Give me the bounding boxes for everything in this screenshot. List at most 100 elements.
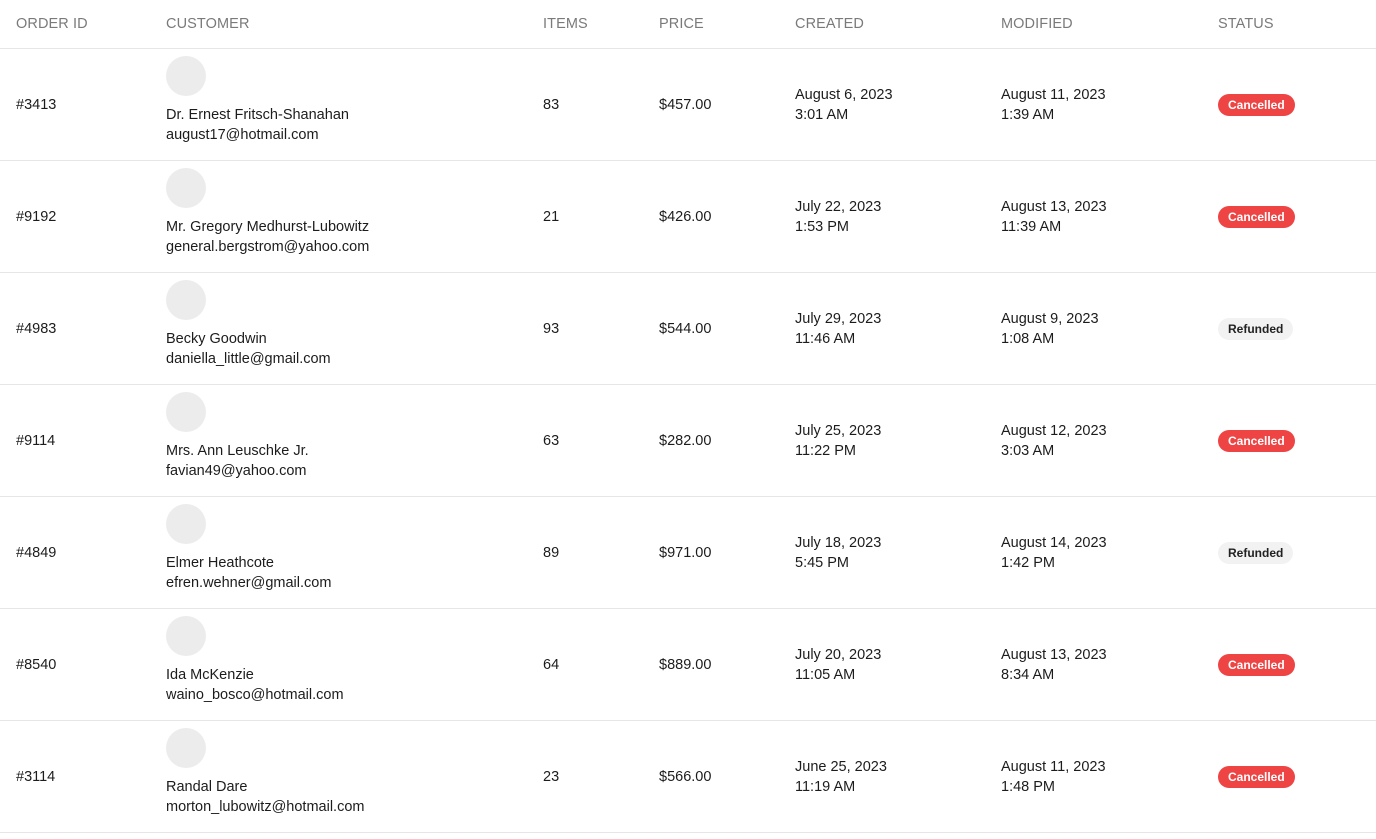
column-header-items[interactable]: ITEMS [543,0,659,49]
column-header-status[interactable]: STATUS [1218,0,1376,49]
created-cell: July 20, 2023 11:05 AM [795,609,1001,721]
created-cell: July 22, 2023 1:53 PM [795,161,1001,273]
customer-name: Randal Dare [166,779,248,795]
customer-name: Mr. Gregory Medhurst-Lubowitz [166,219,370,235]
created-time: 5:45 PM [795,554,849,571]
customer-cell: Becky Goodwin daniella_little@gmail.com [166,273,543,385]
table-body: #3413 Dr. Ernest Fritsch-Shanahan august… [0,49,1376,833]
customer-email: daniella_little@gmail.com [166,351,331,367]
price: $971.00 [659,544,712,561]
modified-cell: August 13, 2023 8:34 AM [1001,609,1218,721]
status-cell: Cancelled [1218,49,1376,161]
created-cell: July 29, 2023 11:46 AM [795,273,1001,385]
created-time: 11:22 PM [795,442,856,459]
price: $889.00 [659,656,712,673]
price: $457.00 [659,96,712,113]
order-id: #4849 [16,544,57,561]
price: $282.00 [659,432,712,449]
table-row[interactable]: #3114 Randal Dare morton_lubowitz@hotmai… [0,721,1376,833]
items-count: 93 [543,320,560,337]
order-id: #3413 [16,96,57,113]
column-header-modified[interactable]: MODIFIED [1001,0,1218,49]
avatar [166,616,206,656]
avatar [166,504,206,544]
customer-email: waino_bosco@hotmail.com [166,687,344,703]
status-cell: Refunded [1218,497,1376,609]
column-header-price[interactable]: PRICE [659,0,795,49]
modified-time: 1:42 PM [1001,554,1055,571]
orders-table: ORDER ID CUSTOMER ITEMS PRICE CREATED MO… [0,0,1376,833]
customer-email: august17@hotmail.com [166,127,319,143]
table-row[interactable]: #8540 Ida McKenzie waino_bosco@hotmail.c… [0,609,1376,721]
status-badge: Cancelled [1218,205,1295,228]
status-badge: Refunded [1218,317,1294,340]
status-cell: Refunded [1218,273,1376,385]
table-row[interactable]: #4983 Becky Goodwin daniella_little@gmai… [0,273,1376,385]
order-id: #9192 [16,208,57,225]
modified-time: 8:34 AM [1001,666,1055,683]
created-time: 11:19 AM [795,778,856,795]
status-cell: Cancelled [1218,721,1376,833]
avatar [166,56,206,96]
table-row[interactable]: #4849 Elmer Heathcote efren.wehner@gmail… [0,497,1376,609]
customer-email: morton_lubowitz@hotmail.com [166,799,365,815]
modified-date: August 9, 2023 [1001,310,1099,327]
modified-time: 11:39 AM [1001,218,1062,235]
status-cell: Cancelled [1218,161,1376,273]
customer-cell: Randal Dare morton_lubowitz@hotmail.com [166,721,543,833]
created-cell: July 25, 2023 11:22 PM [795,385,1001,497]
table-row[interactable]: #9192 Mr. Gregory Medhurst-Lubowitz gene… [0,161,1376,273]
order-id: #8540 [16,656,57,673]
modified-time: 3:03 AM [1001,442,1055,459]
status-cell: Cancelled [1218,609,1376,721]
status-badge: Cancelled [1218,93,1295,116]
status-badge: Cancelled [1218,429,1295,452]
created-date: June 25, 2023 [795,758,887,775]
modified-cell: August 11, 2023 1:48 PM [1001,721,1218,833]
order-id: #9114 [16,432,56,449]
items-count: 23 [543,768,560,785]
modified-date: August 14, 2023 [1001,534,1107,551]
table-header: ORDER ID CUSTOMER ITEMS PRICE CREATED MO… [0,0,1376,49]
price: $426.00 [659,208,712,225]
created-time: 11:46 AM [795,330,856,347]
created-cell: June 25, 2023 11:19 AM [795,721,1001,833]
items-count: 83 [543,96,560,113]
customer-name: Ida McKenzie [166,667,254,683]
column-header-customer[interactable]: CUSTOMER [166,0,543,49]
order-id: #3114 [16,768,56,785]
customer-name: Elmer Heathcote [166,555,274,571]
customer-name: Becky Goodwin [166,331,267,347]
created-date: July 18, 2023 [795,534,882,551]
modified-date: August 12, 2023 [1001,422,1107,439]
status-cell: Cancelled [1218,385,1376,497]
customer-email: efren.wehner@gmail.com [166,575,332,591]
customer-name: Mrs. Ann Leuschke Jr. [166,443,309,459]
modified-date: August 13, 2023 [1001,646,1107,663]
modified-cell: August 11, 2023 1:39 AM [1001,49,1218,161]
column-header-created[interactable]: CREATED [795,0,1001,49]
modified-time: 1:39 AM [1001,106,1055,123]
created-time: 1:53 PM [795,218,849,235]
status-badge: Cancelled [1218,765,1295,788]
customer-cell: Elmer Heathcote efren.wehner@gmail.com [166,497,543,609]
created-date: July 20, 2023 [795,646,882,663]
column-header-order-id[interactable]: ORDER ID [0,0,166,49]
created-date: July 22, 2023 [795,198,882,215]
modified-date: August 11, 2023 [1001,86,1106,103]
modified-date: August 11, 2023 [1001,758,1106,775]
items-count: 21 [543,208,560,225]
customer-cell: Mrs. Ann Leuschke Jr. favian49@yahoo.com [166,385,543,497]
avatar [166,728,206,768]
avatar [166,280,206,320]
created-date: July 25, 2023 [795,422,882,439]
table-row[interactable]: #9114 Mrs. Ann Leuschke Jr. favian49@yah… [0,385,1376,497]
modified-cell: August 12, 2023 3:03 AM [1001,385,1218,497]
customer-cell: Ida McKenzie waino_bosco@hotmail.com [166,609,543,721]
avatar [166,392,206,432]
created-cell: August 6, 2023 3:01 AM [795,49,1001,161]
created-time: 3:01 AM [795,106,849,123]
modified-time: 1:48 PM [1001,778,1055,795]
header-row: ORDER ID CUSTOMER ITEMS PRICE CREATED MO… [0,0,1376,49]
table-row[interactable]: #3413 Dr. Ernest Fritsch-Shanahan august… [0,49,1376,161]
